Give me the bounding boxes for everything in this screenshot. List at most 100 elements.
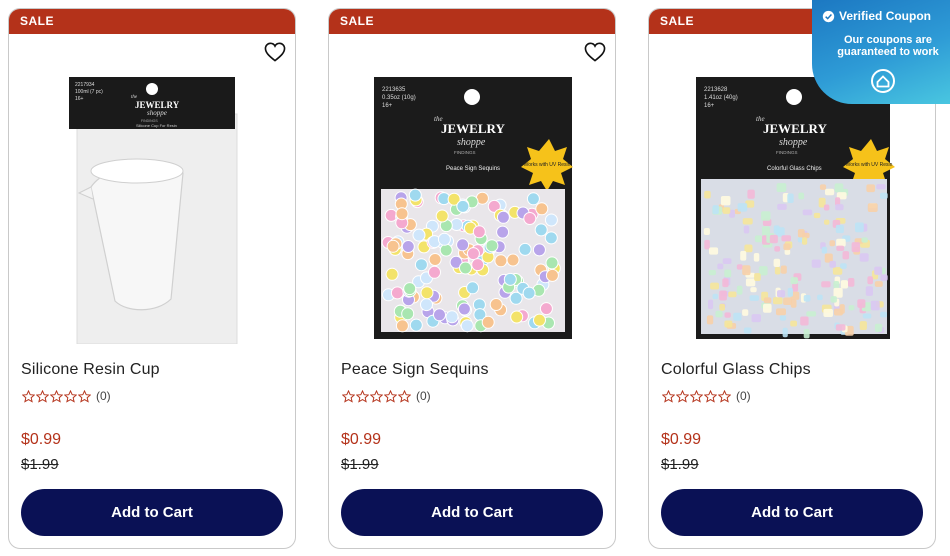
star-icon (718, 389, 731, 403)
glass-chip (773, 258, 781, 267)
glass-chip (717, 263, 724, 270)
sequin (420, 298, 433, 312)
heart-icon[interactable] (584, 42, 606, 62)
star-icon (384, 389, 397, 403)
glass-chip (825, 188, 835, 196)
glass-chip (728, 291, 737, 298)
glass-chip (773, 297, 783, 305)
glass-chip (754, 235, 762, 243)
sequin (420, 286, 434, 300)
glass-chip (876, 184, 886, 190)
glass-chip (736, 285, 743, 295)
glass-chip (787, 287, 793, 297)
glass-chip (842, 251, 850, 260)
glass-chip (790, 320, 797, 327)
glass-chip (712, 205, 719, 215)
sequin (471, 258, 485, 272)
star-icon (370, 389, 383, 403)
verified-coupon-panel[interactable]: Verified Coupon Our coupons are guarante… (812, 0, 950, 104)
product-name[interactable]: Silicone Resin Cup (21, 361, 160, 379)
star-icon (704, 389, 717, 403)
sequin (544, 213, 558, 227)
glass-chip (769, 234, 778, 244)
glass-chip (851, 242, 860, 253)
glass-chip (848, 278, 855, 287)
rating-count[interactable]: (0) (96, 389, 111, 403)
glass-chip (857, 299, 866, 308)
glass-chip (777, 290, 786, 298)
sequin (506, 253, 520, 267)
glass-chip (829, 260, 836, 268)
sequin (496, 210, 510, 224)
glass-chip (790, 277, 798, 285)
sequin (457, 302, 471, 316)
sequin (385, 267, 399, 281)
heart-icon[interactable] (264, 42, 286, 62)
rating-count[interactable]: (0) (416, 389, 431, 403)
glass-chip (742, 218, 753, 225)
package-sku: 2213635 (382, 87, 406, 93)
star-icon (690, 389, 703, 403)
sequin (409, 318, 423, 332)
add-to-cart-button[interactable]: Add to Cart (341, 489, 603, 536)
rating-count[interactable]: (0) (736, 389, 751, 403)
package-size: 0.35oz (10g) (382, 95, 416, 101)
glass-chip (740, 250, 747, 261)
product-name[interactable]: Colorful Glass Chips (661, 361, 811, 379)
resin-cup-bag-image[interactable]: 2217934 100ml (7 pc) 16+ the JEWELRY sho… (39, 69, 269, 344)
sequin (459, 261, 472, 275)
sequin (545, 268, 559, 282)
glass-chip (703, 228, 710, 235)
star-icon (36, 389, 49, 403)
sequin (532, 243, 546, 257)
product-card[interactable]: SALE 2217934 100ml (7 pc) 16+ the JEWELR… (8, 8, 296, 549)
glass-chip (706, 315, 714, 325)
glass-chip (806, 311, 817, 317)
glass-chip (874, 266, 883, 275)
glass-chip (829, 240, 835, 247)
package-sku: 2217934 (75, 82, 95, 88)
product-card[interactable]: SALE 2213635 0.35oz (10g) 16+ the JEWELR… (328, 8, 616, 549)
sequin (539, 302, 553, 316)
sequin (466, 247, 480, 261)
glass-chip (880, 192, 888, 199)
glass-chip (797, 229, 805, 238)
glass-chip (719, 290, 727, 301)
glass-chip (821, 281, 831, 288)
coupon-brand-logo-icon[interactable] (870, 68, 896, 94)
sequin (412, 228, 426, 242)
glass-chip (776, 183, 787, 192)
glass-chip (859, 321, 867, 330)
glass-chip (859, 253, 869, 262)
glass-chip (720, 196, 731, 206)
glass-chip (800, 316, 809, 326)
add-to-cart-button[interactable]: Add to Cart (661, 489, 923, 536)
glass-chip (781, 235, 791, 242)
add-to-cart-button[interactable]: Add to Cart (21, 489, 283, 536)
peace-sequins-bag-image[interactable]: 2213635 0.35oz (10g) 16+ the JEWELRY sho… (359, 69, 589, 344)
sale-price: $0.99 (21, 431, 62, 448)
glass-chip (865, 286, 873, 296)
glass-chip (715, 310, 723, 318)
glass-chip (817, 294, 823, 301)
star-icon (676, 389, 689, 403)
glass-chip (753, 253, 760, 262)
glass-chip (862, 313, 872, 319)
glass-chip (704, 190, 711, 199)
glass-chip (848, 305, 855, 311)
sequin (428, 253, 442, 266)
product-name[interactable]: Peace Sign Sequins (341, 361, 489, 379)
glass-chip (819, 184, 827, 190)
glass-chip (750, 287, 757, 293)
glass-chip (823, 204, 830, 211)
glass-chip (802, 237, 808, 245)
sequin (408, 188, 422, 202)
glass-chip (742, 265, 751, 276)
uv-burst: Works with UV Resin (846, 162, 893, 168)
sequin (456, 199, 470, 213)
sequin (535, 202, 549, 216)
coupon-description: Our coupons are guaranteed to work (837, 34, 939, 58)
glass-chip (834, 183, 844, 193)
glass-chips-bag-image[interactable]: 2213628 1.41oz (40g) 16+ the JEWELRY sho… (679, 69, 909, 344)
glass-chip (803, 329, 810, 339)
